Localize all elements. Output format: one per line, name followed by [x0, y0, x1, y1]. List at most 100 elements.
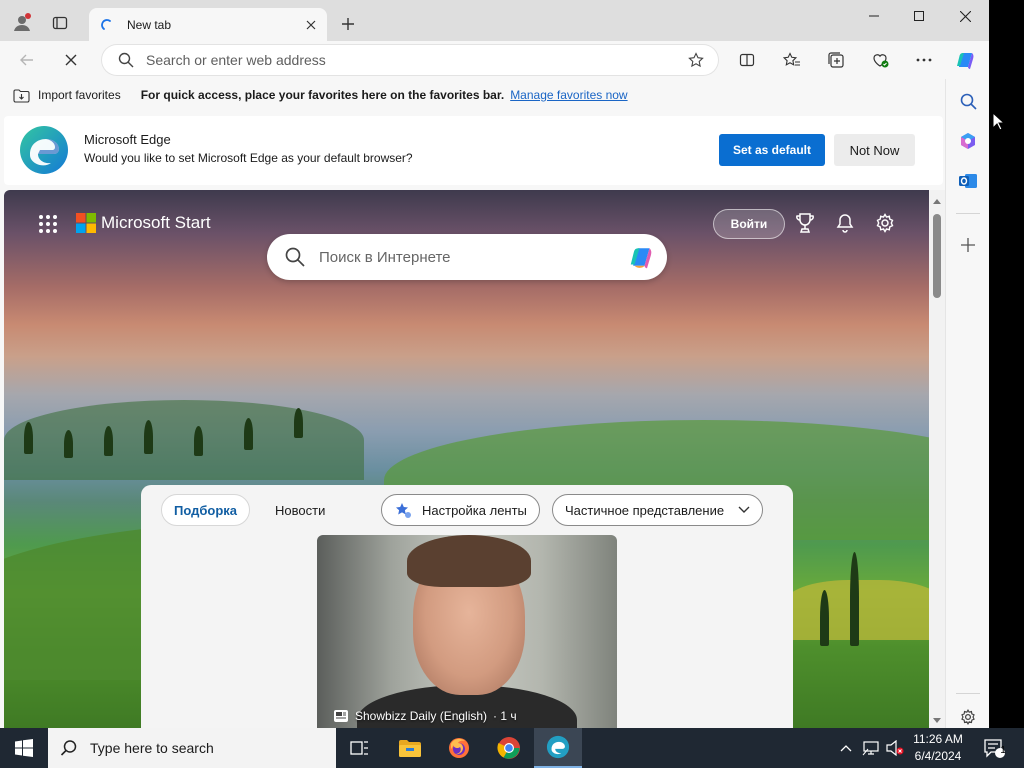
taskbar-clock[interactable]: 11:26 AM 6/4/2024 — [906, 731, 970, 765]
background-hill — [4, 400, 364, 480]
address-placeholder: Search or enter web address — [146, 52, 326, 68]
page-scrollbar[interactable] — [929, 190, 945, 728]
firefox-icon[interactable] — [435, 728, 483, 768]
title-bar: New tab — [0, 0, 989, 41]
app-launcher-icon[interactable] — [38, 214, 58, 234]
background-tree — [850, 552, 859, 646]
edge-taskbar-icon[interactable] — [534, 728, 582, 768]
import-favorites-label: Import favorites — [38, 88, 121, 102]
sidebar-m365-icon[interactable] — [954, 127, 982, 155]
background-tree — [64, 430, 73, 458]
taskbar-search-box[interactable]: Type here to search — [48, 728, 336, 768]
copilot-icon[interactable] — [952, 46, 980, 74]
tab-new-tab[interactable]: New tab — [89, 8, 327, 41]
sidebar-add-icon[interactable] — [954, 231, 982, 259]
show-hidden-icons-chevron-icon[interactable] — [836, 728, 856, 768]
mouse-cursor-icon — [992, 112, 1004, 131]
banner-subtitle: Would you like to set Microsoft Edge as … — [84, 151, 413, 165]
loading-icon — [101, 18, 111, 30]
volume-muted-icon[interactable] — [884, 728, 906, 768]
task-view-icon[interactable] — [336, 728, 384, 768]
address-bar[interactable]: Search or enter web address — [102, 45, 718, 75]
close-window-button[interactable] — [942, 0, 988, 32]
layout-dropdown[interactable]: Частичное представление — [552, 494, 764, 526]
web-search-placeholder: Поиск в Интернете — [319, 248, 451, 266]
scroll-down-arrow-icon[interactable] — [933, 718, 941, 724]
scroll-up-arrow-icon[interactable] — [933, 198, 941, 204]
action-center-button[interactable]: 1 — [976, 728, 1012, 768]
search-icon — [285, 247, 305, 267]
favorites-bar: Import favorites For quick access, place… — [0, 79, 945, 111]
sidebar-settings-gear-icon[interactable] — [954, 703, 982, 728]
sidebar-divider — [956, 693, 980, 694]
windows-taskbar: Type here to search 11:26 AM 6/4/2024 1 — [0, 728, 1024, 768]
copilot-icon[interactable] — [627, 242, 657, 272]
search-icon — [118, 52, 134, 68]
favorites-bar-message: For quick access, place your favorites h… — [140, 88, 505, 102]
rewards-trophy-icon[interactable] — [793, 211, 817, 235]
file-explorer-icon[interactable] — [386, 728, 434, 768]
personalize-feed-button[interactable]: Настройка ленты — [381, 494, 540, 526]
background-tree — [820, 590, 829, 646]
tab-actions-icon[interactable] — [46, 9, 74, 37]
background-tree — [294, 408, 303, 438]
publisher-icon — [334, 710, 348, 722]
import-favorites-button[interactable]: Import favorites — [13, 88, 121, 103]
desktop-background — [989, 0, 1024, 728]
start-button[interactable] — [0, 728, 48, 768]
split-screen-icon[interactable] — [733, 46, 761, 74]
banner-title: Microsoft Edge — [84, 132, 171, 147]
sign-in-button[interactable]: Войти — [713, 209, 785, 239]
page-settings-gear-icon[interactable] — [873, 211, 897, 235]
network-icon[interactable] — [860, 728, 882, 768]
sparkle-star-icon — [396, 503, 411, 518]
not-now-button[interactable]: Not Now — [834, 134, 915, 166]
notifications-bell-icon[interactable] — [833, 211, 857, 235]
background-tree — [24, 422, 33, 454]
favorites-icon[interactable] — [778, 46, 806, 74]
chrome-icon[interactable] — [485, 728, 533, 768]
favorite-star-icon[interactable] — [688, 52, 704, 68]
sidebar-divider — [956, 213, 980, 214]
windows-logo-icon — [15, 739, 33, 757]
scrollbar-thumb[interactable] — [933, 214, 941, 298]
collections-icon[interactable] — [822, 46, 850, 74]
default-browser-banner: Microsoft Edge Would you like to set Mic… — [4, 116, 943, 185]
tab-news[interactable]: Новости — [265, 494, 335, 526]
navigation-toolbar: Search or enter web address — [0, 41, 989, 79]
clock-time: 11:26 AM — [913, 732, 963, 746]
background-tree — [194, 426, 203, 456]
browser-window: New tab Search or enter web address Impo… — [0, 0, 989, 728]
set-as-default-button[interactable]: Set as default — [719, 134, 825, 166]
minimize-button[interactable] — [851, 0, 897, 32]
import-icon — [13, 88, 30, 103]
card-image-hair — [407, 535, 531, 587]
close-tab-icon[interactable] — [303, 17, 319, 33]
sidebar-search-icon[interactable] — [954, 87, 982, 115]
maximize-button[interactable] — [896, 0, 942, 32]
taskbar-search-placeholder: Type here to search — [90, 740, 214, 756]
start-page: Microsoft Start Войти Поиск в Интернете … — [4, 190, 929, 728]
background-tree — [244, 418, 253, 450]
start-brand-title: Microsoft Start — [101, 213, 211, 232]
card-source: Showbizz Daily (English) · 1 ч — [333, 709, 517, 723]
card-source-name: Showbizz Daily (English) — [355, 709, 488, 723]
back-button[interactable] — [13, 46, 41, 74]
manage-favorites-link[interactable]: Manage favorites now — [510, 88, 627, 102]
chevron-down-icon — [738, 506, 750, 513]
background-tree — [144, 420, 153, 454]
sidebar-outlook-icon[interactable] — [954, 167, 982, 195]
search-icon — [60, 740, 77, 756]
more-options-icon[interactable] — [910, 46, 938, 74]
tab-featured[interactable]: Подборка — [161, 494, 251, 526]
new-tab-button[interactable] — [336, 12, 360, 36]
clock-date: 6/4/2024 — [914, 749, 962, 763]
web-search-box[interactable]: Поиск в Интернете — [267, 234, 667, 280]
browser-essentials-icon[interactable] — [866, 46, 894, 74]
edge-sidebar — [945, 79, 989, 728]
notification-count: 1 — [1000, 745, 1006, 756]
profile-icon[interactable] — [8, 9, 36, 37]
news-card[interactable]: Showbizz Daily (English) · 1 ч — [317, 535, 617, 728]
stop-loading-button[interactable] — [57, 46, 85, 74]
layout-dropdown-label: Частичное представление — [565, 502, 725, 518]
